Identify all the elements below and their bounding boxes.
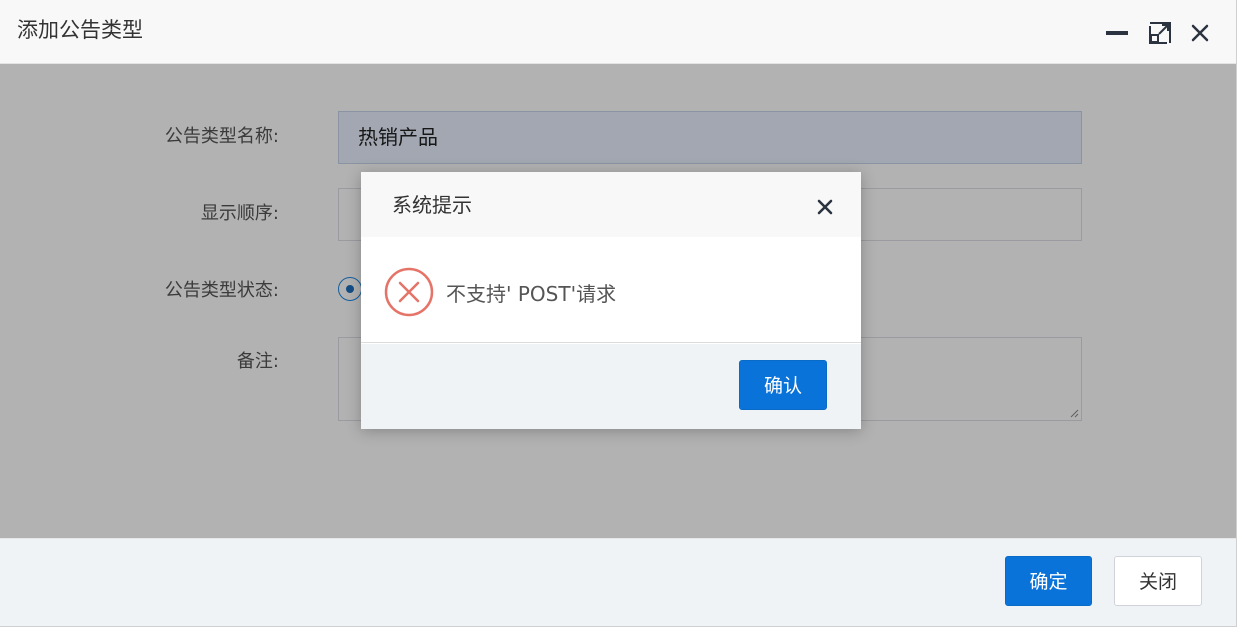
minimize-button[interactable] — [1104, 20, 1130, 46]
alert-close-button[interactable] — [816, 198, 834, 216]
maximize-button[interactable] — [1147, 20, 1173, 46]
close-window-button[interactable] — [1187, 20, 1213, 46]
system-alert-dialog: 系统提示 不支持' POST'请求 确认 — [361, 172, 861, 429]
alert-confirm-button[interactable]: 确认 — [739, 360, 827, 410]
close-icon — [817, 199, 833, 215]
title-bar: 添加公告类型 — [0, 0, 1236, 64]
window-footer: 确定 关闭 — [0, 538, 1236, 626]
alert-header: 系统提示 — [361, 172, 861, 237]
alert-content: 不支持' POST'请求 — [361, 237, 861, 343]
alert-footer: 确认 — [361, 344, 861, 429]
close-icon — [1191, 24, 1209, 42]
alert-message: 不支持' POST'请求 — [446, 282, 617, 306]
close-button[interactable]: 关闭 — [1114, 556, 1202, 606]
dialog-window: 添加公告类型 公告类型名称: 热销产品 显示顺序: 公告类型状态: 备注: 确定… — [0, 0, 1237, 627]
minimize-icon — [1106, 31, 1128, 35]
alert-title: 系统提示 — [392, 193, 472, 217]
confirm-button[interactable]: 确定 — [1005, 556, 1092, 606]
error-circle-icon — [384, 267, 434, 317]
maximize-icon — [1149, 22, 1171, 44]
window-title: 添加公告类型 — [17, 18, 143, 42]
